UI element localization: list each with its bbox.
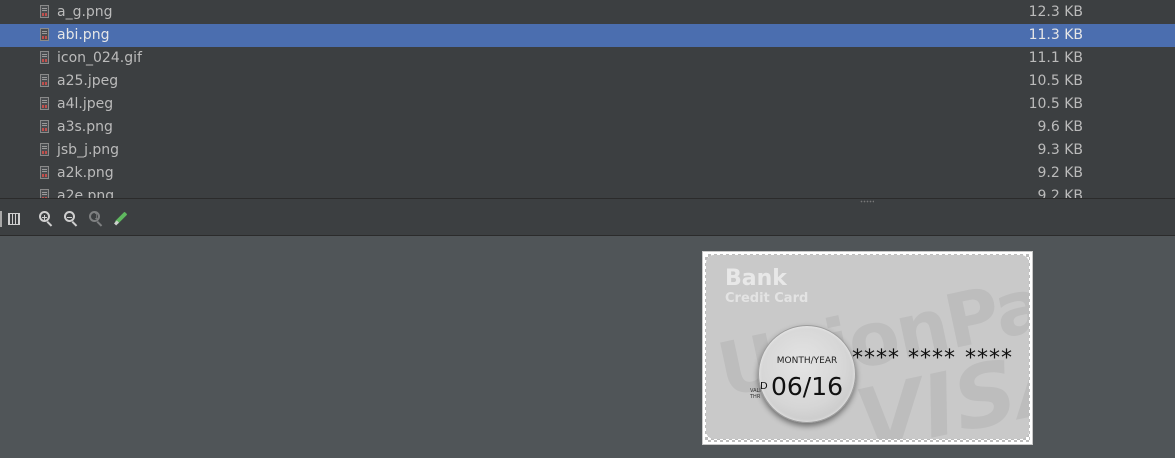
file-size: 11.1 KB [1028, 50, 1083, 66]
image-file-icon [40, 120, 49, 133]
image-preview-frame: UnionPa VISA Bank Credit Card **** **** … [702, 251, 1033, 445]
card-number-group: **** [965, 346, 1013, 371]
file-row[interactable]: a4l.jpeg 10.5 KB [0, 93, 1175, 116]
image-file-icon [40, 74, 49, 87]
file-size: 12.3 KB [1028, 4, 1083, 20]
file-size: 9.2 KB [1037, 188, 1084, 198]
file-name: abi.png [57, 27, 110, 43]
file-size: 10.5 KB [1028, 73, 1083, 89]
file-row[interactable]: a2k.png 9.2 KB [0, 162, 1175, 185]
file-row[interactable]: a3s.png 9.6 KB [0, 116, 1175, 139]
expiry-date: 06/16 [770, 372, 844, 401]
image-file-icon [40, 5, 49, 18]
file-size: 11.3 KB [1028, 27, 1083, 43]
image-file-icon [40, 166, 49, 179]
file-size: 10.5 KB [1028, 96, 1083, 112]
zoom-out-icon [64, 211, 75, 222]
file-name: a25.jpeg [57, 73, 119, 89]
image-file-icon [40, 28, 49, 41]
actual-size-button[interactable]: 1 [87, 210, 105, 228]
zoom-in-icon [39, 211, 50, 222]
file-row-selected[interactable]: abi.png 11.3 KB [0, 24, 1175, 47]
image-file-icon [40, 51, 49, 64]
image-file-icon [40, 97, 49, 110]
splitter-grip-icon[interactable] [860, 200, 874, 203]
magnifier-lens: D MONTH/YEAR 06/16 [758, 325, 856, 423]
file-name: a2e.png [57, 188, 115, 198]
zoom-out-button[interactable] [62, 210, 80, 228]
fit-window-button[interactable] [0, 210, 20, 228]
file-size: 9.2 KB [1037, 165, 1084, 181]
actual-size-icon: 1 [89, 211, 100, 222]
file-size: 9.3 KB [1037, 142, 1084, 158]
file-row[interactable]: jsb_j.png 9.3 KB [0, 139, 1175, 162]
separator [0, 211, 2, 227]
card-number-group: **** [852, 346, 900, 371]
file-name: jsb_j.png [57, 142, 120, 158]
card-bank-name: Bank [725, 266, 787, 291]
file-size: 9.6 KB [1037, 119, 1084, 135]
color-picker-button[interactable] [113, 210, 131, 228]
file-row[interactable]: a_g.png 12.3 KB [0, 1, 1175, 24]
file-list: a_g.png 12.3 KB abi.png 11.3 KB icon_024… [0, 0, 1175, 198]
image-canvas[interactable]: UnionPa VISA Bank Credit Card **** **** … [0, 236, 1175, 458]
month-year-label: MONTH/YEAR [776, 356, 838, 366]
zoom-in-button[interactable] [37, 210, 55, 228]
image-viewer-toolbar: 1 [0, 204, 1175, 236]
file-name: a4l.jpeg [57, 96, 114, 112]
file-name: a_g.png [57, 4, 113, 20]
file-name: a3s.png [57, 119, 113, 135]
card-number-group: **** [908, 346, 956, 371]
file-name: icon_024.gif [57, 50, 142, 66]
image-file-icon [40, 189, 49, 198]
card-subtitle: Credit Card [725, 291, 809, 306]
file-row[interactable]: a2e.png 9.2 KB [0, 185, 1175, 198]
image-file-icon [40, 143, 49, 156]
file-row[interactable]: icon_024.gif 11.1 KB [0, 47, 1175, 70]
credit-card-image: UnionPa VISA Bank Credit Card **** **** … [706, 255, 1029, 439]
file-row[interactable]: a25.jpeg 10.5 KB [0, 70, 1175, 93]
fit-window-icon [8, 213, 20, 225]
file-name: a2k.png [57, 165, 114, 181]
